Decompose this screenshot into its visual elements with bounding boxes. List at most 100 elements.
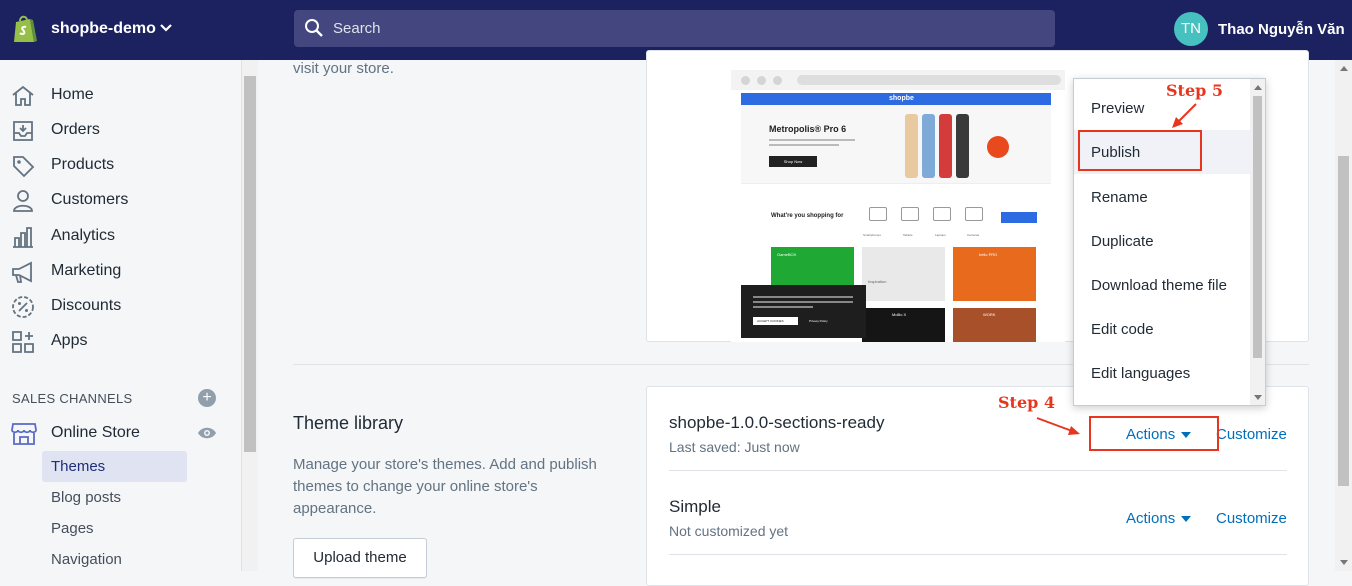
megaphone-icon — [12, 261, 32, 283]
tile-label: MoBo X — [892, 312, 907, 317]
preview-hero-title: Metropolis® Pro 6 — [769, 124, 847, 134]
add-channel-button[interactable]: + — [198, 389, 216, 407]
sidebar-item-label: Customers — [51, 191, 129, 208]
scroll-down-icon[interactable] — [1254, 395, 1262, 400]
cookie-button-label: ACCEPT COOKIES — [757, 319, 784, 323]
sidebar-item-label: Apps — [51, 332, 88, 349]
chevron-down-icon[interactable] — [158, 20, 174, 36]
step-5-label: Step 5 — [1166, 81, 1224, 100]
eye-icon[interactable] — [197, 426, 217, 440]
menu-item-preview[interactable]: Preview — [1074, 86, 1250, 130]
tile-label: hello PRO — [979, 252, 998, 257]
sidebar-item-label: Home — [51, 86, 94, 103]
dropdown-scrollbar[interactable] — [1250, 79, 1265, 405]
sub-item-label: Navigation — [51, 551, 122, 568]
sidebar-item-orders[interactable]: Orders — [0, 113, 243, 148]
sidebar: Home Orders Products Customers Analytics… — [0, 60, 243, 571]
search-icon — [305, 19, 323, 37]
preview-text-line — [769, 139, 855, 141]
phone-image — [922, 114, 935, 178]
step-4-label: Step 4 — [998, 393, 1056, 412]
sidebar-item-label: Orders — [51, 121, 100, 138]
sidebar-item-label: Products — [51, 156, 115, 173]
sales-channels-title: SALES CHANNELS — [12, 391, 133, 406]
laptop-icon — [933, 207, 951, 221]
actions-button[interactable]: Actions — [1126, 510, 1192, 527]
preview-cookie-button: ACCEPT COOKIES — [753, 317, 798, 325]
search-bar[interactable]: Search — [294, 10, 1055, 47]
sub-item-label: Blog posts — [51, 489, 122, 506]
sidebar-sub-item-navigation[interactable]: Navigation — [42, 544, 187, 575]
preview-text-line — [769, 144, 839, 146]
sidebar-item-customers[interactable]: Customers — [0, 183, 243, 218]
sidebar-item-label: Online Store — [51, 424, 140, 441]
sidebar-item-marketing[interactable]: Marketing — [0, 254, 243, 289]
sidebar-scrollbar-thumb[interactable] — [244, 76, 256, 452]
orders-icon — [13, 121, 33, 141]
scroll-up-icon[interactable] — [1254, 85, 1262, 90]
menu-item-download-theme-file[interactable]: Download theme file — [1074, 263, 1250, 307]
caret-down-icon — [1181, 516, 1192, 523]
cookie-privacy-link: Privacy Policy — [809, 319, 828, 323]
tile-label: Inspiration — [868, 279, 887, 284]
avatar[interactable]: TN — [1174, 12, 1208, 46]
discount-icon — [12, 296, 34, 318]
tile-label: GameBOX — [777, 252, 797, 257]
phone-image — [956, 114, 969, 178]
preview-hero-button: Shop Now — [769, 156, 817, 167]
tile-label: WORK — [983, 312, 996, 317]
publish-highlight-box — [1078, 130, 1202, 171]
sidebar-item-apps[interactable]: Apps — [0, 324, 243, 359]
scroll-down-icon[interactable] — [1340, 560, 1348, 565]
store-name[interactable]: shopbe-demo — [51, 20, 156, 38]
preview-tile: WORK — [953, 308, 1036, 342]
user-name[interactable]: Thao Nguyễn Văn — [1218, 21, 1345, 38]
menu-item-duplicate[interactable]: Duplicate — [1074, 219, 1250, 263]
theme-library-title: Theme library — [293, 413, 404, 433]
home-icon — [12, 85, 34, 106]
sidebar-scrollbar[interactable] — [241, 60, 258, 571]
sidebar-item-discounts[interactable]: Discounts — [0, 289, 243, 324]
bar-chart-icon — [13, 227, 33, 248]
page-scrollbar-thumb[interactable] — [1338, 156, 1349, 486]
person-icon — [13, 190, 33, 212]
sidebar-item-home[interactable]: Home — [0, 78, 243, 113]
theme-status: Not customized yet — [669, 523, 789, 539]
theme-name: shopbe-1.0.0-sections-ready — [669, 413, 885, 432]
window-dot — [741, 76, 750, 85]
url-bar — [797, 75, 1061, 85]
preview-badge — [987, 136, 1009, 158]
menu-item-edit-languages[interactable]: Edit languages — [1074, 351, 1250, 395]
preview-brand: shopbe — [889, 95, 914, 102]
menu-item-label: Preview — [1091, 100, 1145, 117]
upload-theme-button[interactable]: Upload theme — [293, 538, 427, 578]
sidebar-sub-item-blog-posts[interactable]: Blog posts — [42, 482, 187, 513]
sidebar-item-products[interactable]: Products — [0, 148, 243, 183]
menu-item-edit-code[interactable]: Edit code — [1074, 307, 1250, 351]
menu-item-rename[interactable]: Rename — [1074, 175, 1250, 219]
menu-item-label: Edit code — [1091, 321, 1154, 338]
sidebar-item-analytics[interactable]: Analytics — [0, 219, 243, 254]
search-input[interactable]: Search — [333, 20, 381, 37]
tablet-icon — [901, 207, 919, 221]
customize-button[interactable]: Customize — [1216, 510, 1287, 527]
dropdown-scrollbar-thumb[interactable] — [1253, 96, 1262, 358]
menu-item-label: Duplicate — [1091, 233, 1154, 250]
actions-dropdown-menu: Preview Publish Rename Duplicate Downloa… — [1073, 78, 1266, 406]
preview-tile: hello PRO — [953, 247, 1036, 301]
theme-row: Simple Not customized yet Actions Custom… — [669, 471, 1287, 555]
menu-item-label: Download theme file — [1091, 277, 1227, 294]
page-scrollbar[interactable] — [1335, 60, 1352, 571]
sidebar-sub-item-pages[interactable]: Pages — [42, 513, 187, 544]
actions-label: Actions — [1126, 510, 1176, 527]
cookie-text-line — [753, 301, 853, 303]
scroll-up-icon[interactable] — [1340, 66, 1348, 71]
sidebar-sub-item-themes[interactable]: Themes — [42, 451, 187, 482]
category-label: Laptops — [935, 233, 946, 237]
sidebar-item-label: Analytics — [51, 227, 116, 244]
customize-button[interactable]: Customize — [1216, 426, 1287, 443]
sidebar-item-label: Marketing — [51, 262, 122, 279]
menu-item-label: Rename — [1091, 189, 1148, 206]
smartphone-icon — [869, 207, 887, 221]
window-dot — [773, 76, 782, 85]
